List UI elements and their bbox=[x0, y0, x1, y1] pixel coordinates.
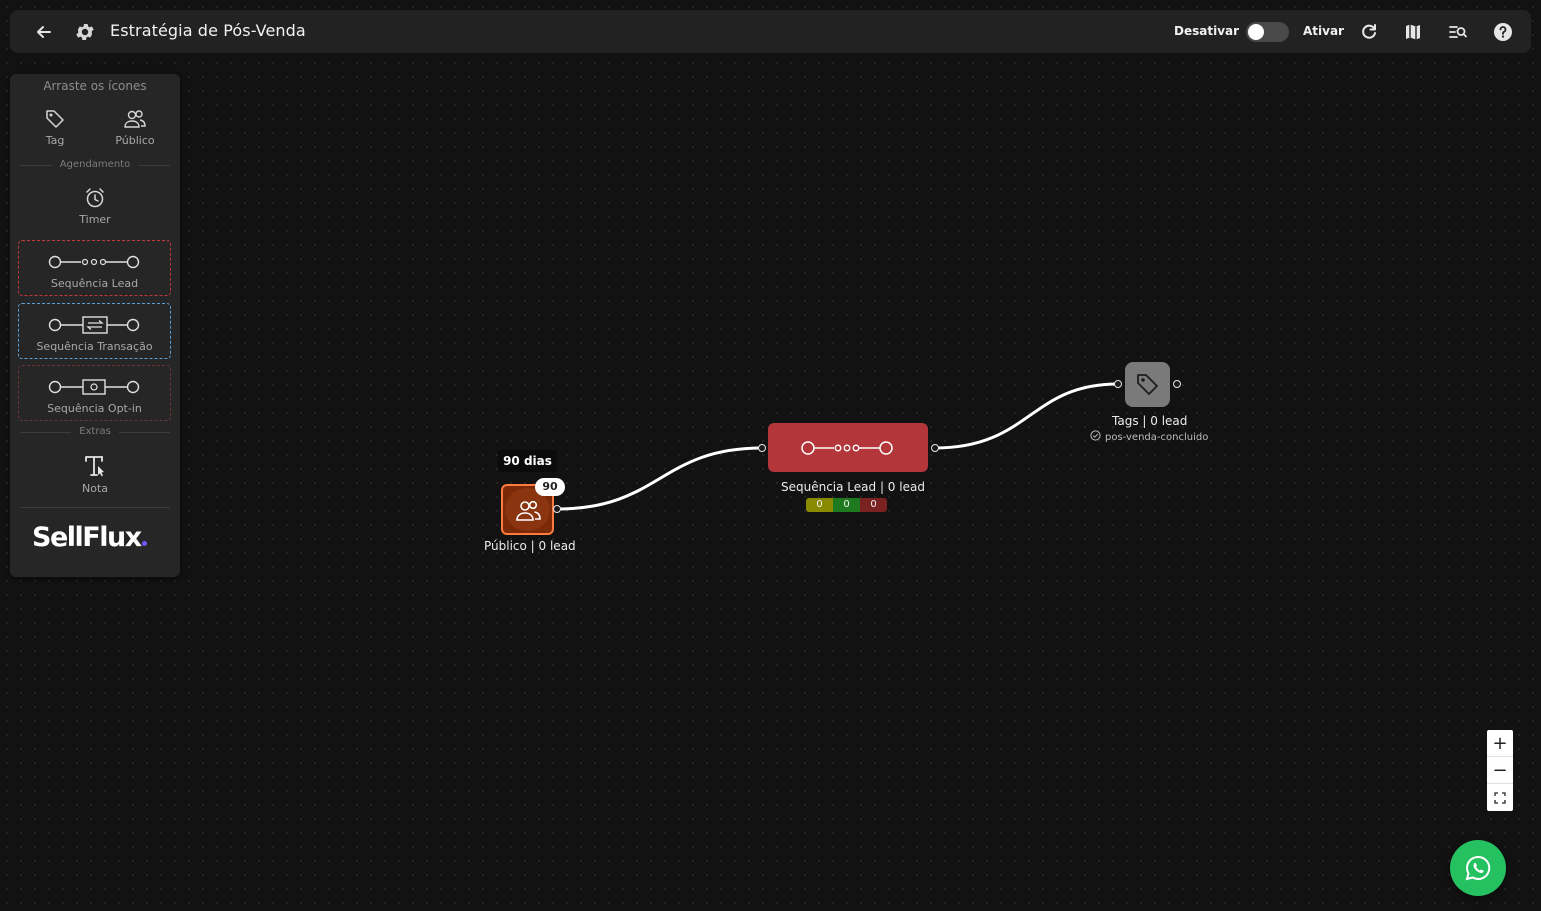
tags-node-tag: pos-venda-concluido bbox=[1090, 430, 1208, 443]
publico-days-badge: 90 bbox=[535, 478, 565, 496]
sequencia-output-port[interactable] bbox=[931, 444, 939, 452]
publico-output-port[interactable] bbox=[553, 505, 561, 513]
sequencia-counters: 0 0 0 bbox=[806, 498, 887, 512]
whatsapp-button[interactable] bbox=[1450, 840, 1506, 896]
edge-publico-to-sequencia bbox=[556, 446, 763, 511]
zoom-in-button[interactable]: + bbox=[1487, 730, 1513, 757]
tags-node-label: Tags | 0 lead bbox=[1112, 414, 1188, 428]
sequencia-node-label: Sequência Lead | 0 lead bbox=[781, 480, 925, 494]
zoom-controls: + − bbox=[1487, 730, 1513, 811]
tags-input-port[interactable] bbox=[1114, 380, 1122, 388]
counter-failed: 0 bbox=[860, 498, 887, 512]
whatsapp-icon bbox=[1465, 855, 1491, 881]
counter-pending: 0 bbox=[806, 498, 833, 512]
sequencia-input-port[interactable] bbox=[758, 444, 766, 452]
zoom-out-button[interactable]: − bbox=[1487, 757, 1513, 784]
sequencia-lead-node[interactable] bbox=[768, 423, 928, 472]
publico-duration-tooltip: 90 dias bbox=[498, 450, 557, 472]
sequence-icon bbox=[801, 441, 893, 455]
tags-node[interactable] bbox=[1125, 362, 1170, 407]
publico-node-label: Público | 0 lead bbox=[484, 539, 576, 553]
tag-icon bbox=[1137, 374, 1158, 395]
counter-success: 0 bbox=[833, 498, 860, 512]
fit-view-button[interactable] bbox=[1487, 784, 1513, 811]
users-icon bbox=[516, 500, 541, 521]
fullscreen-icon bbox=[1494, 791, 1506, 804]
check-circle-icon bbox=[1090, 430, 1101, 441]
tags-output-port[interactable] bbox=[1173, 380, 1181, 388]
